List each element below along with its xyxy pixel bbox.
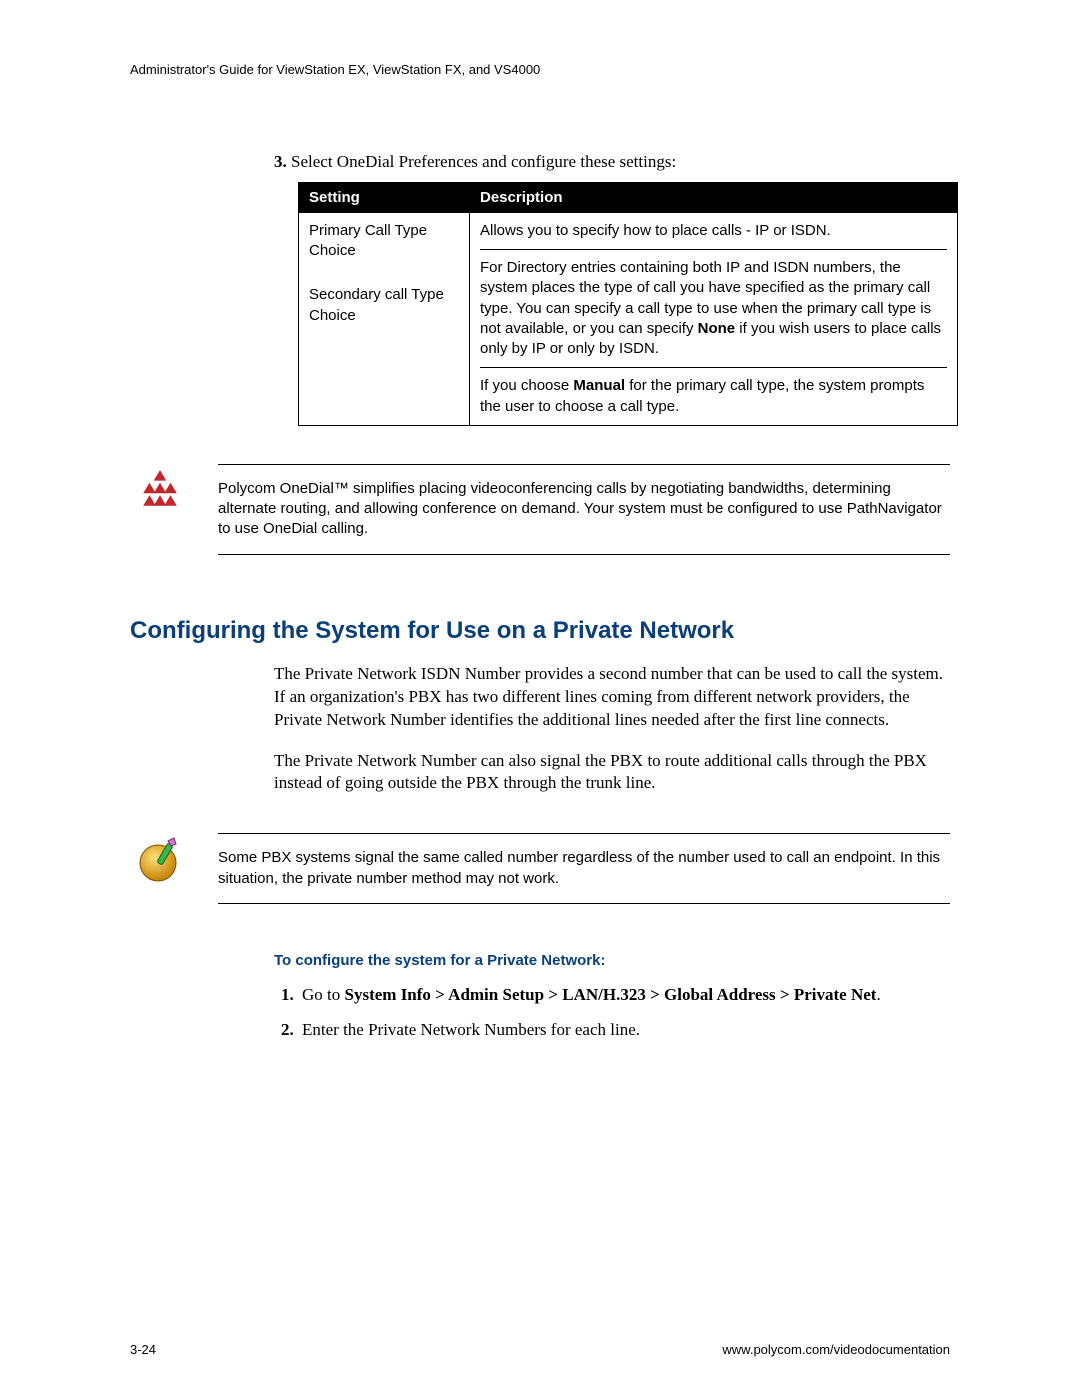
callout-text: Some PBX systems signal the same called … <box>218 848 950 889</box>
desc-row3: If you choose Manual for the primary cal… <box>480 376 947 417</box>
col-setting: Setting <box>299 182 470 212</box>
running-header: Administrator's Guide for ViewStation EX… <box>130 62 950 77</box>
desc-row1: Allows you to specify how to place calls… <box>480 221 947 241</box>
note-pin-icon <box>130 833 190 885</box>
settings-table: Setting Description Primary Call Type Ch… <box>298 182 958 426</box>
procedure-heading: To configure the system for a Private Ne… <box>274 952 950 969</box>
polycom-logo-icon <box>130 464 190 510</box>
paragraph-2: The Private Network Number can also sign… <box>274 750 950 796</box>
desc-row2: For Directory entries containing both IP… <box>480 258 947 359</box>
step-3: 3. Select OneDial Preferences and config… <box>274 151 950 174</box>
paragraph-1: The Private Network ISDN Number provides… <box>274 663 950 732</box>
setting-primary: Primary Call Type Choice <box>309 221 459 262</box>
procedure-steps: Go to System Info > Admin Setup > LAN/H.… <box>274 983 950 1042</box>
step-text: Select OneDial Preferences and configure… <box>291 152 676 171</box>
note-callout-pbx: Some PBX systems signal the same called … <box>130 833 950 904</box>
step-number: 3. <box>274 152 287 171</box>
page-number: 3-24 <box>130 1342 156 1357</box>
setting-secondary: Secondary call Type Choice <box>309 285 459 326</box>
col-description: Description <box>470 182 958 212</box>
info-callout-onedial: Polycom OneDial™ simplifies placing vide… <box>130 464 950 555</box>
page-footer: 3-24 www.polycom.com/videodocumentation <box>130 1342 950 1357</box>
table-row: Primary Call Type Choice Secondary call … <box>299 212 958 425</box>
step-1: Go to System Info > Admin Setup > LAN/H.… <box>298 983 950 1008</box>
footer-url: www.polycom.com/videodocumentation <box>722 1342 950 1357</box>
step-2: Enter the Private Network Numbers for ea… <box>298 1018 950 1043</box>
callout-text: Polycom OneDial™ simplifies placing vide… <box>218 479 950 540</box>
section-heading: Configuring the System for Use on a Priv… <box>130 617 950 645</box>
